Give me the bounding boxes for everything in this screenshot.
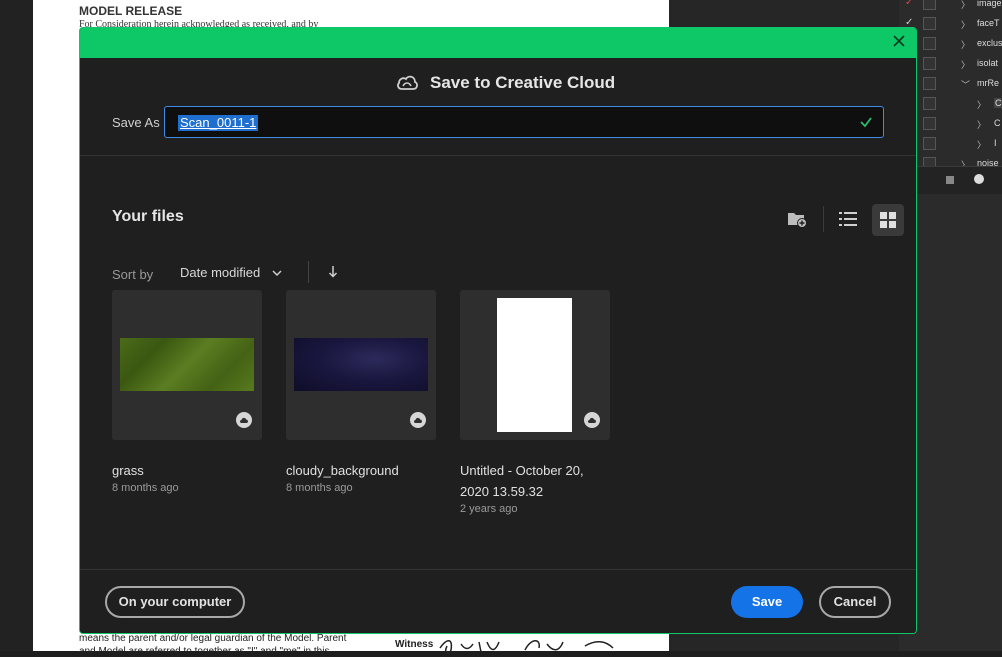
chevron-down-icon[interactable]: ﹀: [961, 78, 970, 91]
file-name: grass: [112, 463, 144, 478]
layer-name: faceT: [977, 18, 1000, 28]
file-card[interactable]: Untitled - October 20, 2020 13.59.32 2 y…: [460, 290, 610, 515]
save-button[interactable]: Save: [731, 586, 803, 618]
file-date: 8 months ago: [112, 482, 179, 494]
signature-image: [439, 640, 614, 655]
chevron-right-icon[interactable]: 〉: [977, 138, 986, 151]
file-thumbnail[interactable]: [286, 290, 436, 440]
chevron-right-icon[interactable]: 〉: [961, 58, 970, 71]
close-icon[interactable]: [891, 33, 907, 49]
document-text-line: and Model are referred to together as "I…: [79, 646, 330, 657]
on-your-computer-button[interactable]: On your computer: [105, 586, 245, 618]
thumbnail-image: [294, 338, 428, 391]
thumbnail-image: [497, 298, 572, 432]
sort-direction-arrow-icon[interactable]: [327, 264, 339, 280]
cloud-icon: [236, 412, 252, 428]
file-date: 2 years ago: [460, 503, 518, 515]
your-files-heading: Your files: [112, 208, 184, 225]
divider: [80, 155, 916, 156]
dialog-content: Save to Creative Cloud Save As Scan_0011…: [80, 58, 916, 633]
file-name: cloudy_background: [286, 463, 399, 478]
file-card[interactable]: grass 8 months ago: [112, 290, 262, 494]
divider: [80, 569, 916, 570]
layer-row[interactable]: ✓ 〉 image: [899, 0, 1002, 14]
save-as-label: Save As: [112, 115, 160, 130]
grid-view-icon: [880, 212, 896, 228]
dialog-title: Save to Creative Cloud: [430, 73, 616, 92]
sort-dropdown[interactable]: Date modified: [180, 265, 260, 280]
layer-checkbox[interactable]: [923, 77, 936, 90]
chevron-right-icon[interactable]: 〉: [977, 98, 986, 111]
layer-name: exclus: [977, 38, 1002, 48]
chevron-right-icon[interactable]: 〉: [977, 118, 986, 131]
square-icon[interactable]: [946, 176, 954, 184]
dialog-header: Save to Creative Cloud: [80, 58, 916, 104]
witness-label: Witness: [395, 639, 434, 650]
file-thumbnail[interactable]: [460, 290, 610, 440]
document-title: MODEL RELEASE: [79, 4, 183, 18]
divider: [308, 261, 309, 283]
layer-name: C: [994, 98, 1002, 108]
list-view-icon[interactable]: [836, 207, 860, 231]
divider: [823, 206, 824, 232]
layer-checkbox[interactable]: [923, 137, 936, 150]
save-to-cloud-dialog: Save to Creative Cloud Save As Scan_0011…: [79, 27, 917, 634]
layer-checkbox[interactable]: [923, 17, 936, 30]
layer-checkbox[interactable]: [923, 97, 936, 110]
grid-view-button[interactable]: [872, 204, 904, 236]
chevron-down-icon[interactable]: [271, 268, 283, 278]
document-text-line: means the parent and/or legal guardian o…: [79, 633, 347, 644]
left-edge: [0, 0, 33, 651]
thumbnail-image: [120, 338, 254, 391]
cloud-icon: [584, 412, 600, 428]
chevron-right-icon[interactable]: 〉: [961, 0, 970, 11]
circle-icon[interactable]: [974, 174, 984, 184]
layer-name: C: [994, 118, 1001, 128]
layer-name: mrRe: [977, 78, 999, 88]
chevron-right-icon[interactable]: 〉: [961, 18, 970, 31]
layer-checkbox[interactable]: [923, 0, 936, 10]
layer-name: isolat: [977, 58, 999, 68]
file-card[interactable]: cloudy_background 8 months ago: [286, 290, 436, 494]
file-name-input[interactable]: Scan_0011-1: [178, 115, 259, 131]
chevron-right-icon[interactable]: 〉: [961, 38, 970, 51]
layer-checkbox[interactable]: [923, 57, 936, 70]
layer-name: I: [994, 138, 997, 148]
save-as-field[interactable]: Scan_0011-1: [164, 106, 884, 138]
layer-checkbox[interactable]: [923, 37, 936, 50]
file-thumbnail[interactable]: [112, 290, 262, 440]
file-name: Untitled - October 20, 2020 13.59.32: [460, 463, 584, 499]
cancel-button[interactable]: Cancel: [819, 586, 891, 618]
check-icon: ✓: [905, 0, 914, 8]
checkmark-icon: [860, 117, 872, 128]
layer-name: image: [977, 0, 1002, 8]
cloud-icon: [410, 412, 426, 428]
new-folder-icon[interactable]: [786, 209, 808, 229]
layer-checkbox[interactable]: [923, 117, 936, 130]
creative-cloud-icon: [397, 75, 418, 90]
file-date: 8 months ago: [286, 482, 353, 494]
dialog-title-bar: [80, 28, 916, 58]
sort-by-label: Sort by: [112, 267, 154, 282]
